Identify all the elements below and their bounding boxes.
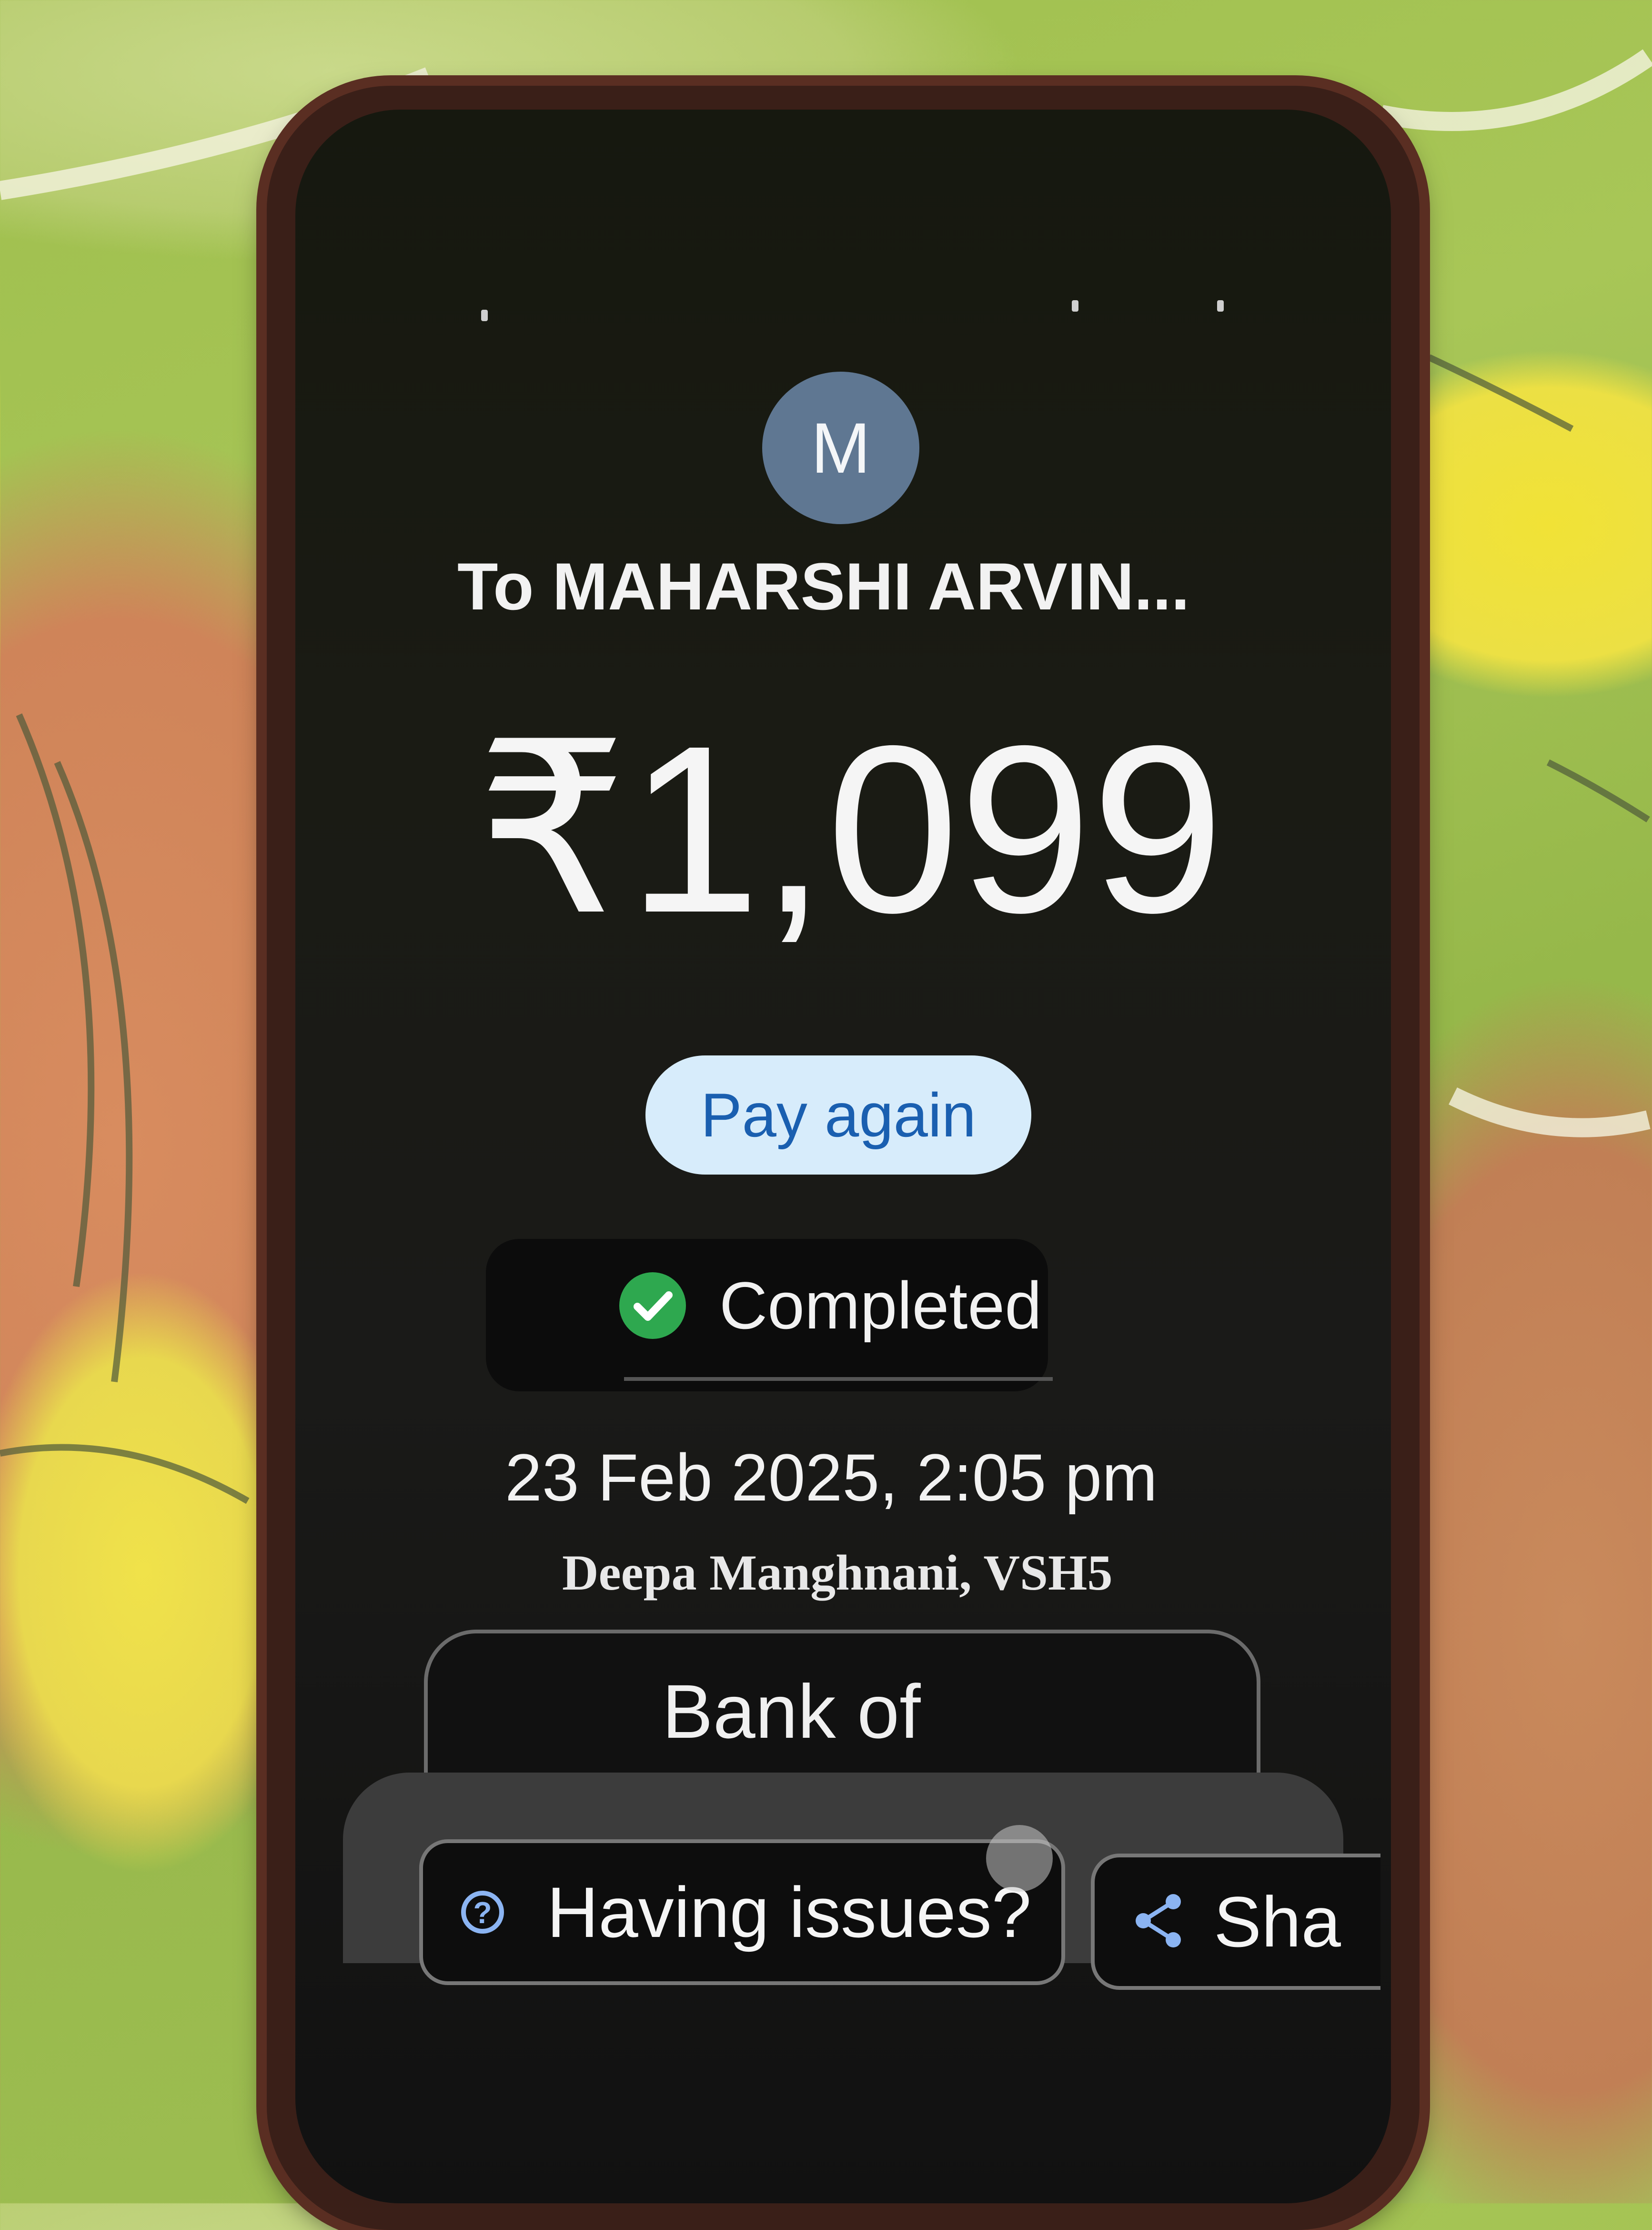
payer-note: Deepa Manghnani, VSH5	[562, 1545, 1113, 1601]
camera-marker	[1072, 300, 1078, 312]
bank-name: Bank of	[662, 1669, 921, 1754]
status-row: Completed	[619, 1258, 1042, 1353]
having-issues-label: Having issues?	[547, 1872, 1032, 1952]
status-divider	[624, 1377, 1053, 1381]
share-button[interactable]: Sha	[1091, 1854, 1380, 1990]
share-label: Sha	[1214, 1881, 1341, 1962]
recipient-avatar: M	[762, 372, 919, 524]
transaction-datetime: 23 Feb 2025, 2:05 pm	[505, 1440, 1158, 1515]
camera-marker	[481, 310, 488, 321]
help-circle-icon: ?	[461, 1891, 504, 1934]
check-circle-icon	[619, 1272, 686, 1339]
having-issues-button[interactable]: ? Having issues?	[419, 1839, 1065, 1985]
touch-indicator	[986, 1825, 1053, 1892]
camera-marker	[1217, 300, 1224, 312]
pay-again-button[interactable]: Pay again	[645, 1055, 1031, 1175]
recipient-name: To MAHARSHI ARVIN...	[457, 549, 1190, 624]
share-icon	[1133, 1892, 1185, 1952]
payment-amount: ₹1,099	[476, 696, 1224, 962]
status-text: Completed	[719, 1268, 1042, 1343]
